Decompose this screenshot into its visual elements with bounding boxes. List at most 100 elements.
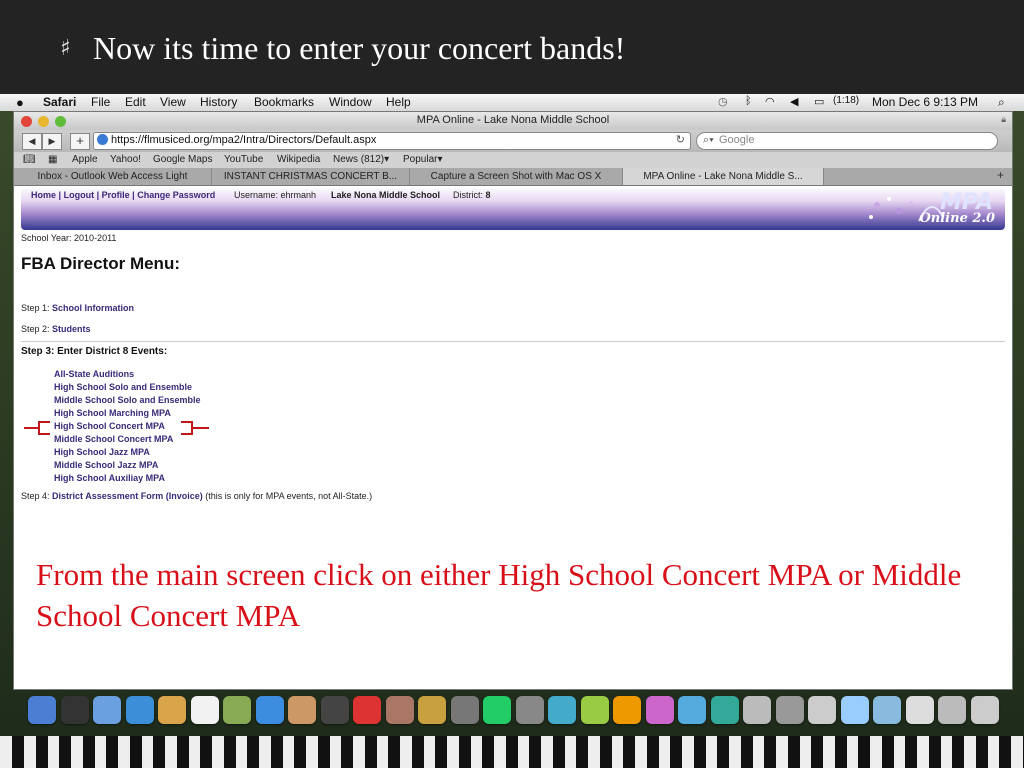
dock-app-icon[interactable]	[418, 696, 446, 724]
dock-app-icon[interactable]	[710, 696, 739, 724]
menu-bookmarks[interactable]: Bookmarks	[254, 95, 314, 109]
wifi-icon[interactable]: ◠	[765, 95, 775, 108]
event-hs-jazz-mpa[interactable]: High School Jazz MPA	[54, 447, 150, 457]
bookmark-youtube[interactable]: YouTube	[224, 154, 263, 165]
dock-app-icon[interactable]	[255, 696, 284, 724]
dock-app-icon[interactable]	[125, 696, 154, 724]
dock-app-icon[interactable]	[580, 696, 609, 724]
dock-app-icon[interactable]	[320, 696, 349, 724]
bookmark-wikipedia[interactable]: Wikipedia	[277, 154, 320, 165]
dock-app-icon[interactable]	[190, 696, 219, 724]
dock-app-icon[interactable]	[873, 696, 901, 724]
bookmark-yahoo[interactable]: Yahoo!	[110, 154, 141, 165]
dock-app-icon[interactable]	[60, 696, 89, 724]
tab-mpa-online[interactable]: MPA Online - Lake Nona Middle S...	[623, 168, 824, 185]
volume-icon[interactable]: ◀	[790, 95, 798, 108]
piano-black-key	[247, 736, 259, 768]
step-1: Step 1: School Information	[21, 303, 134, 313]
dock-app-icon[interactable]	[840, 696, 869, 724]
dock-app-icon[interactable]	[743, 696, 771, 724]
tab-screen-shot[interactable]: Capture a Screen Shot with Mac OS X	[410, 168, 623, 185]
piano-black-key	[764, 736, 776, 768]
menu-window[interactable]: Window	[329, 95, 372, 109]
district-assessment-form-link[interactable]: District Assessment Form (Invoice)	[52, 491, 203, 501]
dock-app-icon[interactable]	[970, 696, 999, 724]
back-button[interactable]: ◀	[22, 133, 42, 150]
tab-outlook[interactable]: Inbox - Outlook Web Access Light	[14, 168, 212, 185]
event-hs-concert-mpa[interactable]: High School Concert MPA	[54, 421, 165, 431]
event-ms-solo-ensemble[interactable]: Middle School Solo and Ensemble	[54, 395, 201, 405]
dock-app-icon[interactable]	[93, 696, 121, 724]
dock-app-icon[interactable]	[808, 696, 836, 724]
dock-app-icon[interactable]	[483, 696, 511, 724]
bookmark-popular[interactable]: Popular▾	[403, 154, 443, 165]
event-all-state-auditions[interactable]: All-State Auditions	[54, 369, 134, 379]
dock-app-icon[interactable]	[775, 696, 804, 724]
change-password-link[interactable]: Change Password	[137, 190, 215, 200]
dock-app-icon[interactable]	[28, 696, 56, 724]
piano-black-key	[223, 736, 236, 768]
piano-black-key	[435, 736, 447, 768]
dock-app-icon[interactable]	[938, 696, 966, 724]
logout-link[interactable]: Logout	[64, 190, 95, 200]
nav-separator: |	[132, 190, 135, 200]
highlight-bracket-left	[38, 421, 50, 435]
dock-app-icon[interactable]	[385, 696, 414, 724]
profile-link[interactable]: Profile	[102, 190, 130, 200]
bookmarks-bar: 📖︎ ▦ Apple Yahoo! Google Maps YouTube Wi…	[14, 152, 1012, 168]
dock-app-icon[interactable]	[288, 696, 316, 724]
district-label: District:	[453, 190, 483, 200]
event-hs-marching-mpa[interactable]: High School Marching MPA	[54, 408, 171, 418]
battery-icon[interactable]: ▭	[814, 95, 824, 108]
reload-icon[interactable]: ↻	[676, 133, 685, 146]
dock-app-icon[interactable]	[905, 696, 934, 724]
school-information-link[interactable]: School Information	[52, 303, 134, 313]
url-bar[interactable]: https://flmusiced.org/mpa2/Intra/Directo…	[93, 132, 691, 150]
search-field[interactable]: ⌕▾ Google	[696, 132, 998, 150]
menu-edit[interactable]: Edit	[125, 95, 146, 109]
menu-history[interactable]: History	[200, 95, 237, 109]
add-bookmark-button[interactable]: +	[70, 133, 90, 150]
event-ms-concert-mpa[interactable]: Middle School Concert MPA	[54, 434, 173, 444]
dock-app-icon[interactable]	[548, 696, 576, 724]
url-text: https://flmusiced.org/mpa2/Intra/Directo…	[111, 134, 377, 146]
dock-app-icon[interactable]	[678, 696, 706, 724]
piano-black-key	[693, 736, 706, 768]
clock[interactable]: Mon Dec 6 9:13 PM	[872, 95, 978, 109]
event-hs-solo-ensemble[interactable]: High School Solo and Ensemble	[54, 382, 192, 392]
bullet-symbol: ♯	[60, 36, 71, 61]
home-link[interactable]: Home	[31, 190, 56, 200]
piano-black-key	[717, 736, 729, 768]
students-link[interactable]: Students	[52, 324, 91, 334]
menu-safari[interactable]: Safari	[43, 95, 76, 109]
bookmark-news[interactable]: News (812)▾	[333, 154, 389, 165]
dock-app-icon[interactable]	[223, 696, 251, 724]
time-machine-icon[interactable]: ◷	[718, 95, 728, 108]
tab-christmas-concert[interactable]: INSTANT CHRISTMAS CONCERT B...	[212, 168, 410, 185]
forward-button[interactable]: ▶	[42, 133, 62, 150]
apple-logo-icon[interactable]: ●	[16, 95, 24, 110]
dock-app-icon[interactable]	[613, 696, 641, 724]
menu-file[interactable]: File	[91, 95, 110, 109]
top-sites-icon[interactable]: ▦	[48, 154, 57, 165]
new-tab-icon[interactable]: +	[997, 168, 1004, 182]
dock-app-icon[interactable]	[515, 696, 544, 724]
menu-help[interactable]: Help	[386, 95, 411, 109]
event-ms-jazz-mpa[interactable]: Middle School Jazz MPA	[54, 460, 158, 470]
event-hs-auxiliary-mpa[interactable]: High School Auxiliay MPA	[54, 473, 165, 483]
dock-app-icon[interactable]	[353, 696, 381, 724]
bookmark-google-maps[interactable]: Google Maps	[153, 154, 212, 165]
search-icon: ⌕▾	[703, 134, 714, 146]
reading-list-icon[interactable]: 📖︎	[23, 154, 36, 165]
bluetooth-icon[interactable]: ᛒ	[745, 95, 752, 107]
dock-app-icon[interactable]	[645, 696, 674, 724]
menu-view[interactable]: View	[160, 95, 186, 109]
mpa-banner: Home | Logout | Profile | Change Passwor…	[21, 188, 1005, 230]
mac-menubar: ● Safari File Edit View History Bookmark…	[0, 94, 1024, 111]
instruction-text: From the main screen click on either Hig…	[36, 557, 962, 633]
dock-app-icon[interactable]	[450, 696, 479, 724]
piano-black-key	[106, 736, 118, 768]
dock-app-icon[interactable]	[158, 696, 186, 724]
bookmark-apple[interactable]: Apple	[72, 154, 98, 165]
spotlight-icon[interactable]: ⌕	[998, 95, 1005, 110]
